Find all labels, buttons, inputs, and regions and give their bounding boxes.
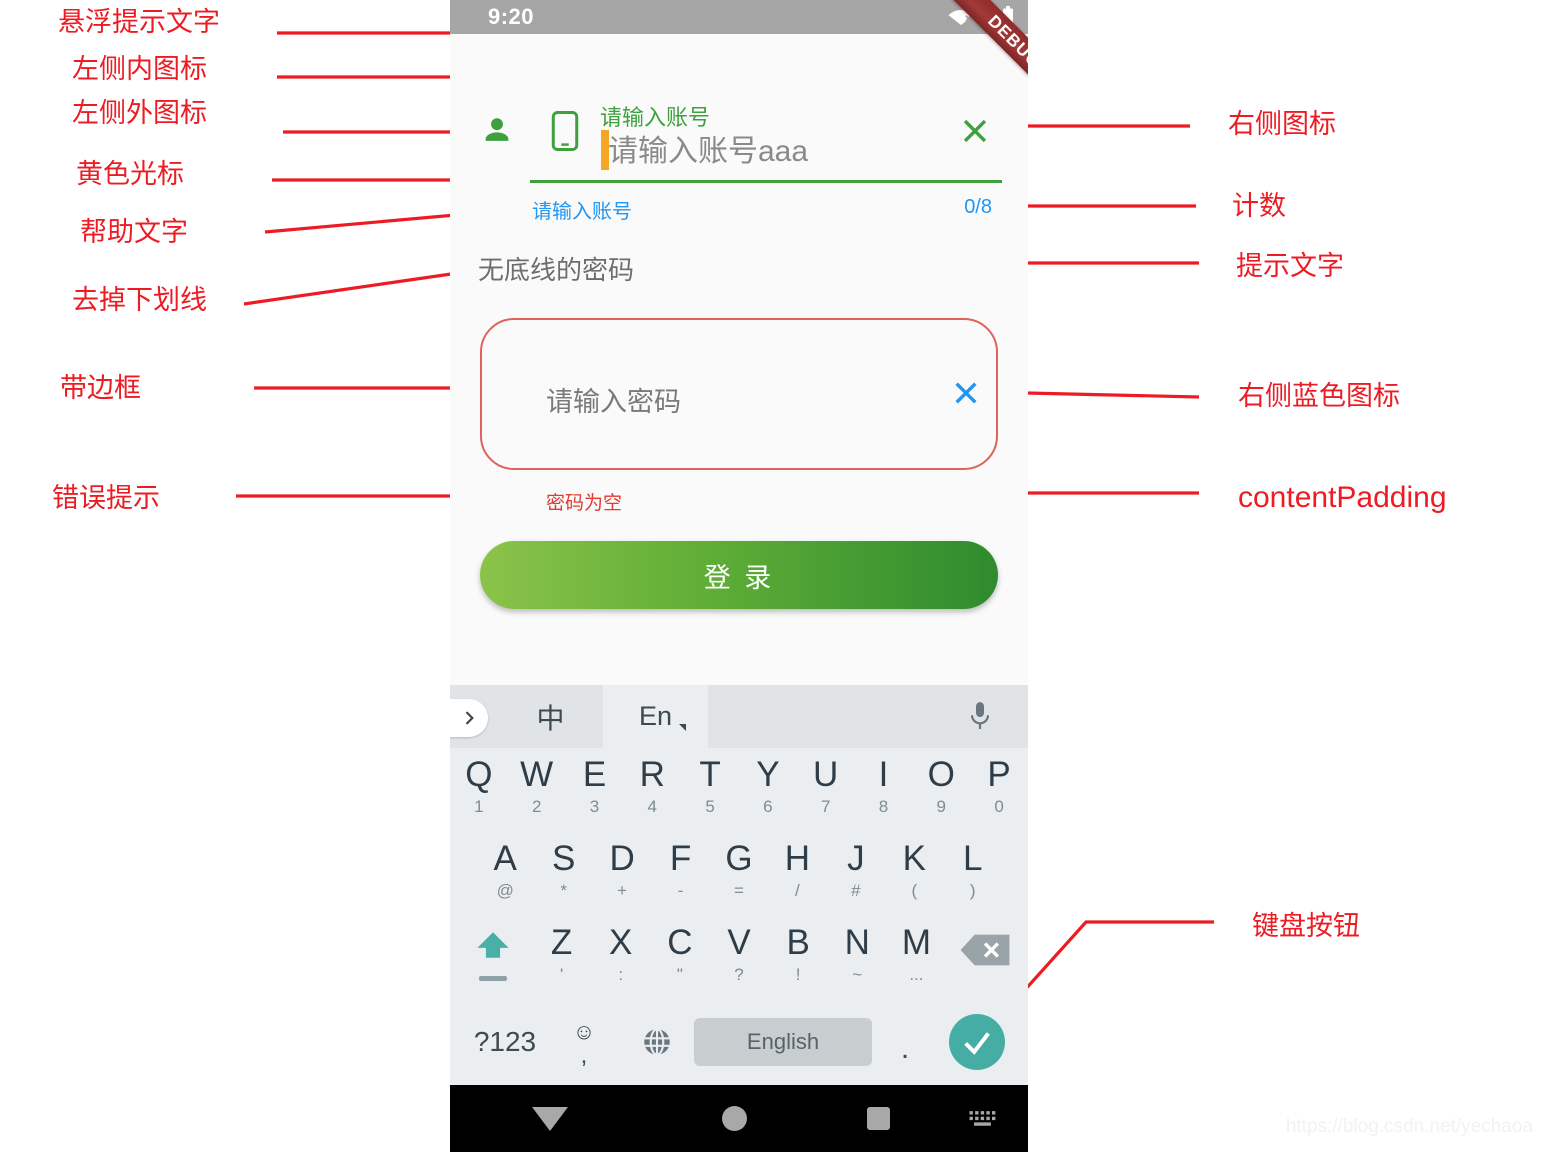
close-x-icon[interactable] — [958, 114, 992, 148]
status-bar-clock: 9:20 — [488, 4, 535, 29]
key-u[interactable]: U7 — [797, 748, 855, 832]
key-t[interactable]: T5 — [681, 748, 739, 832]
close-x-icon[interactable] — [950, 377, 982, 409]
key-a[interactable]: A @ — [476, 832, 534, 916]
key-s[interactable]: S * — [534, 832, 592, 916]
annotation-with-border: 带边框 — [60, 373, 141, 403]
symbols-key[interactable]: ?123 — [462, 1026, 548, 1058]
annotation-left-inner-icon: 左侧内图标 — [72, 54, 207, 84]
key-x[interactable]: X: — [591, 916, 650, 1000]
key-q[interactable]: Q1 — [450, 748, 508, 832]
ime-english-label: En — [638, 701, 673, 731]
key-h[interactable]: H / — [768, 832, 826, 916]
triangle-down-icon[interactable] — [450, 1106, 650, 1131]
annotation-counter: 计数 — [1232, 191, 1286, 221]
keyboard-row-3: Z ' X: C " V? B! N ~ M... — [450, 916, 1028, 1000]
key-f[interactable]: F- — [651, 832, 709, 916]
circle-icon[interactable] — [650, 1106, 818, 1131]
soft-keyboard[interactable]: 中 En Q1 W2 E3 R4 T5 Y 6 U 7 I 8 O 9 P 0 … — [450, 685, 1028, 1085]
backspace-icon[interactable] — [946, 916, 1024, 1000]
watermark: https://blog.csdn.net/yechaoa — [1285, 1116, 1533, 1137]
annotation-right-icon: 右侧图标 — [1228, 109, 1336, 139]
keyboard-icon[interactable] — [938, 1110, 1028, 1128]
wifi-off-icon — [948, 6, 974, 26]
key-j[interactable]: J # — [827, 832, 885, 916]
key-b[interactable]: B! — [769, 916, 828, 1000]
annotation-left-outer-icon: 左侧外图标 — [72, 98, 207, 128]
comma-key: , — [580, 1041, 588, 1069]
space-key[interactable]: English — [694, 1018, 872, 1066]
annotation-helper-text: 帮助文字 — [80, 217, 188, 247]
key-m[interactable]: M... — [887, 916, 946, 1000]
key-y[interactable]: Y6 — [739, 748, 797, 832]
key-d[interactable]: D + — [593, 832, 651, 916]
annotation-right-blue-icon: 右侧蓝色图标 — [1238, 381, 1400, 411]
ime-chinese-tab[interactable]: 中 — [498, 685, 603, 748]
battery-icon — [1002, 6, 1014, 26]
key-k[interactable]: K( — [885, 832, 943, 916]
keyboard-toolbar: 中 En — [450, 685, 1028, 748]
annotation-remove-underline: 去掉下划线 — [72, 285, 207, 315]
key-v[interactable]: V? — [709, 916, 768, 1000]
emoji-face-icon[interactable]: ☺ , — [548, 1020, 620, 1069]
account-helper-text: 请输入账号 — [532, 201, 632, 223]
account-field-underline — [530, 180, 1002, 183]
account-char-counter: 0/8 — [964, 196, 992, 218]
android-nav-bar — [450, 1085, 1028, 1152]
keyboard-row-1: Q1 W2 E3 R4 T5 Y6 U7 I8 O9 P0 — [450, 748, 1028, 832]
microphone-icon[interactable] — [966, 701, 994, 733]
annotation-yellow-cursor: 黄色光标 — [76, 159, 184, 189]
key-l[interactable]: L) — [944, 832, 1002, 916]
login-button[interactable]: 登 录 — [480, 541, 998, 609]
annotation-floating-hint: 悬浮提示文字 — [58, 7, 220, 37]
chevron-right-icon[interactable] — [450, 699, 488, 737]
globe-icon[interactable] — [620, 1027, 694, 1057]
password-hint-text: 请输入密码 — [546, 387, 681, 417]
key-p[interactable]: P0 — [970, 748, 1028, 832]
key-g[interactable]: G = — [710, 832, 768, 916]
no-underline-password-label: 无底线的密码 — [478, 255, 635, 285]
annotation-content-padding: contentPadding — [1238, 481, 1447, 514]
ime-english-tab[interactable]: En — [603, 685, 708, 748]
annotation-keyboard-button: 键盘按钮 — [1252, 911, 1360, 941]
account-hint-text: 请输入账号aaa — [608, 135, 809, 168]
phone-screenshot: 9:20 DEBUG 请输入账号 请输入账号aaa 请输入账号 0/8 无底线的… — [450, 0, 1028, 1152]
chevron-down-icon — [679, 724, 686, 731]
key-e[interactable]: E3 — [566, 748, 624, 832]
enter-key[interactable] — [938, 1014, 1016, 1070]
check-icon — [949, 1014, 1005, 1070]
key-n[interactable]: N ~ — [828, 916, 887, 1000]
smartphone-icon[interactable] — [550, 110, 580, 152]
status-bar: 9:20 DEBUG — [450, 0, 1028, 95]
key-c[interactable]: C " — [650, 916, 709, 1000]
key-i[interactable]: I8 — [855, 748, 913, 832]
annotation-hint-text: 提示文字 — [1236, 251, 1344, 281]
signal-icon — [978, 8, 998, 26]
keyboard-row-4: ?123 ☺ , English . — [450, 1000, 1028, 1084]
key-r[interactable]: R4 — [623, 748, 681, 832]
person-icon[interactable] — [480, 114, 514, 148]
password-error-text: 密码为空 — [546, 493, 623, 514]
period-key[interactable]: . — [872, 1026, 938, 1064]
annotation-error-hint: 错误提示 — [52, 483, 160, 513]
square-icon[interactable] — [818, 1107, 938, 1130]
key-z[interactable]: Z ' — [532, 916, 591, 1000]
key-o[interactable]: O9 — [912, 748, 970, 832]
account-text-field[interactable]: 请输入账号 请输入账号aaa — [450, 100, 1028, 200]
status-bar-icons — [948, 6, 1014, 26]
keyboard-row-2: A @ S * D + F- G = H / J # K( L) — [450, 832, 1028, 916]
key-w[interactable]: W2 — [508, 748, 566, 832]
shift-arrow-icon[interactable] — [454, 916, 532, 1000]
